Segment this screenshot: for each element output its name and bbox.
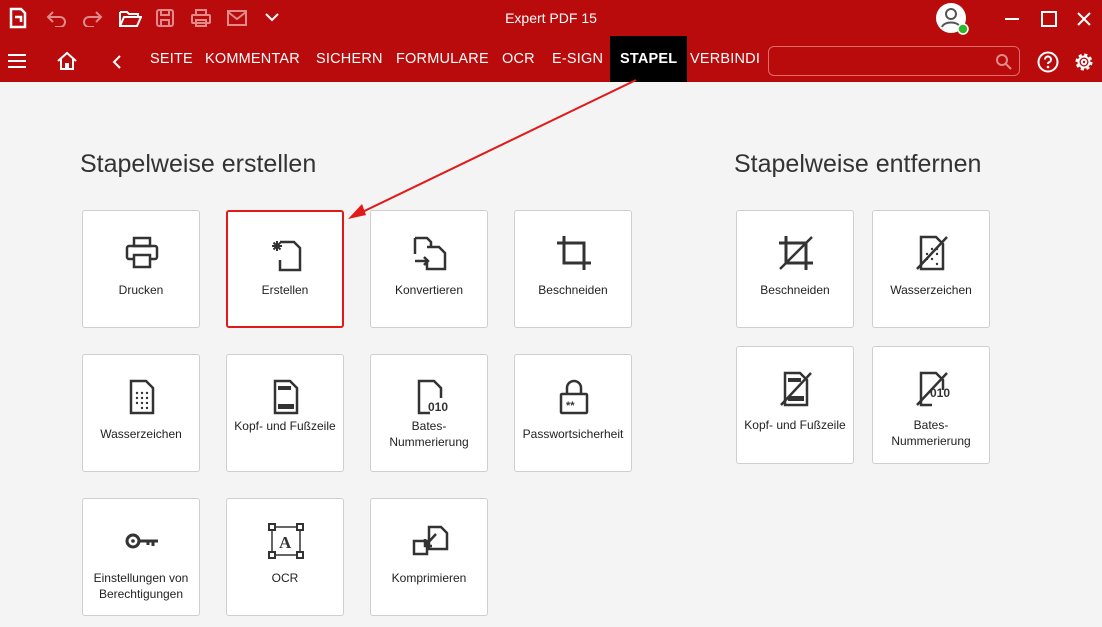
convert-icon bbox=[413, 236, 447, 271]
svg-text:010: 010 bbox=[428, 400, 448, 414]
tile-passwortsicherheit[interactable]: ** Passwortsicherheit bbox=[514, 354, 632, 472]
key-icon bbox=[125, 533, 158, 549]
tile-beschneiden[interactable]: Beschneiden bbox=[514, 210, 632, 328]
tile-label: Drucken bbox=[118, 283, 164, 297]
annotation-arrow bbox=[348, 79, 637, 219]
tile-label: Einstellungen von Berechtigungen bbox=[93, 571, 189, 601]
tab-kommentar[interactable]: KOMMENTAR bbox=[205, 36, 300, 82]
tile-label: Komprimieren bbox=[391, 571, 467, 585]
user-avatar-icon[interactable] bbox=[935, 2, 969, 36]
tile-label: Bates-Nummerierung bbox=[891, 418, 971, 448]
tile-kopf-und-fusszeile[interactable]: Kopf- und Fußzeile bbox=[226, 354, 344, 472]
create-document-icon bbox=[272, 240, 302, 272]
crop-icon bbox=[557, 236, 591, 270]
minimize-icon[interactable] bbox=[1003, 10, 1021, 28]
tile-label: Beschneiden bbox=[760, 283, 830, 297]
search-icon[interactable] bbox=[995, 53, 1013, 71]
tile-label: Passwortsicherheit bbox=[522, 427, 624, 441]
search-input[interactable] bbox=[768, 46, 1020, 76]
tile-bates-nummerierung[interactable]: 010 Bates-Nummerierung bbox=[370, 354, 488, 472]
tile-drucken[interactable]: Drucken bbox=[82, 210, 200, 328]
tile-label: Kopf- und Fußzeile bbox=[234, 419, 336, 433]
header-footer-icon bbox=[273, 379, 299, 415]
watermark-remove-icon bbox=[916, 235, 948, 271]
tile-ocr[interactable]: A OCR bbox=[226, 498, 344, 616]
tab-verbindi[interactable]: VERBINDI bbox=[690, 36, 760, 82]
tile-label: Wasserzeichen bbox=[890, 283, 972, 297]
back-arrow-icon[interactable] bbox=[111, 54, 123, 70]
tile-label: Bates-Nummerierung bbox=[389, 419, 469, 449]
tile-konvertieren[interactable]: Konvertieren bbox=[370, 210, 488, 328]
section-title-create: Stapelweise erstellen bbox=[80, 150, 317, 178]
ocr-icon: A bbox=[268, 523, 304, 559]
tile-label: Wasserzeichen bbox=[100, 427, 182, 441]
close-icon[interactable] bbox=[1075, 10, 1093, 28]
maximize-icon[interactable] bbox=[1040, 10, 1058, 28]
lock-icon: ** bbox=[559, 379, 589, 415]
tile-kopf-und-fusszeile-entfernen[interactable]: Kopf- und Fußzeile bbox=[736, 346, 854, 464]
tab-seite[interactable]: SEITE bbox=[150, 36, 193, 82]
section-title-remove: Stapelweise entfernen bbox=[734, 150, 982, 178]
home-icon[interactable] bbox=[56, 51, 78, 71]
crop-remove-icon bbox=[779, 236, 813, 270]
tile-label: OCR bbox=[271, 571, 299, 585]
tile-beschneiden-entfernen[interactable]: Beschneiden bbox=[736, 210, 854, 328]
tile-label: Konvertieren bbox=[394, 283, 464, 297]
svg-text:A: A bbox=[279, 533, 292, 552]
bates-numbering-icon: 010 bbox=[417, 379, 448, 415]
tile-label: Kopf- und Fußzeile bbox=[744, 418, 846, 432]
bates-remove-icon: 010 bbox=[916, 371, 950, 407]
watermark-icon bbox=[129, 379, 155, 415]
settings-gear-icon[interactable] bbox=[1072, 50, 1096, 74]
tile-wasserzeichen[interactable]: Wasserzeichen bbox=[82, 354, 200, 472]
tile-label: Beschneiden bbox=[538, 283, 608, 297]
printer-icon bbox=[125, 236, 159, 269]
help-icon[interactable] bbox=[1036, 50, 1060, 74]
hamburger-menu-icon[interactable] bbox=[7, 53, 27, 69]
tile-komprimieren[interactable]: Komprimieren bbox=[370, 498, 488, 616]
header-footer-remove-icon bbox=[780, 371, 812, 407]
svg-text:**: ** bbox=[566, 400, 575, 412]
tile-bates-nummerierung-entfernen[interactable]: 010 Bates-Nummerierung bbox=[872, 346, 990, 464]
tile-wasserzeichen-entfernen[interactable]: Wasserzeichen bbox=[872, 210, 990, 328]
tile-label: Erstellen bbox=[261, 283, 309, 297]
tile-einstellungen-berechtigungen[interactable]: Einstellungen von Berechtigungen bbox=[82, 498, 200, 616]
compress-icon bbox=[412, 525, 449, 556]
tile-erstellen[interactable]: Erstellen bbox=[226, 210, 344, 328]
